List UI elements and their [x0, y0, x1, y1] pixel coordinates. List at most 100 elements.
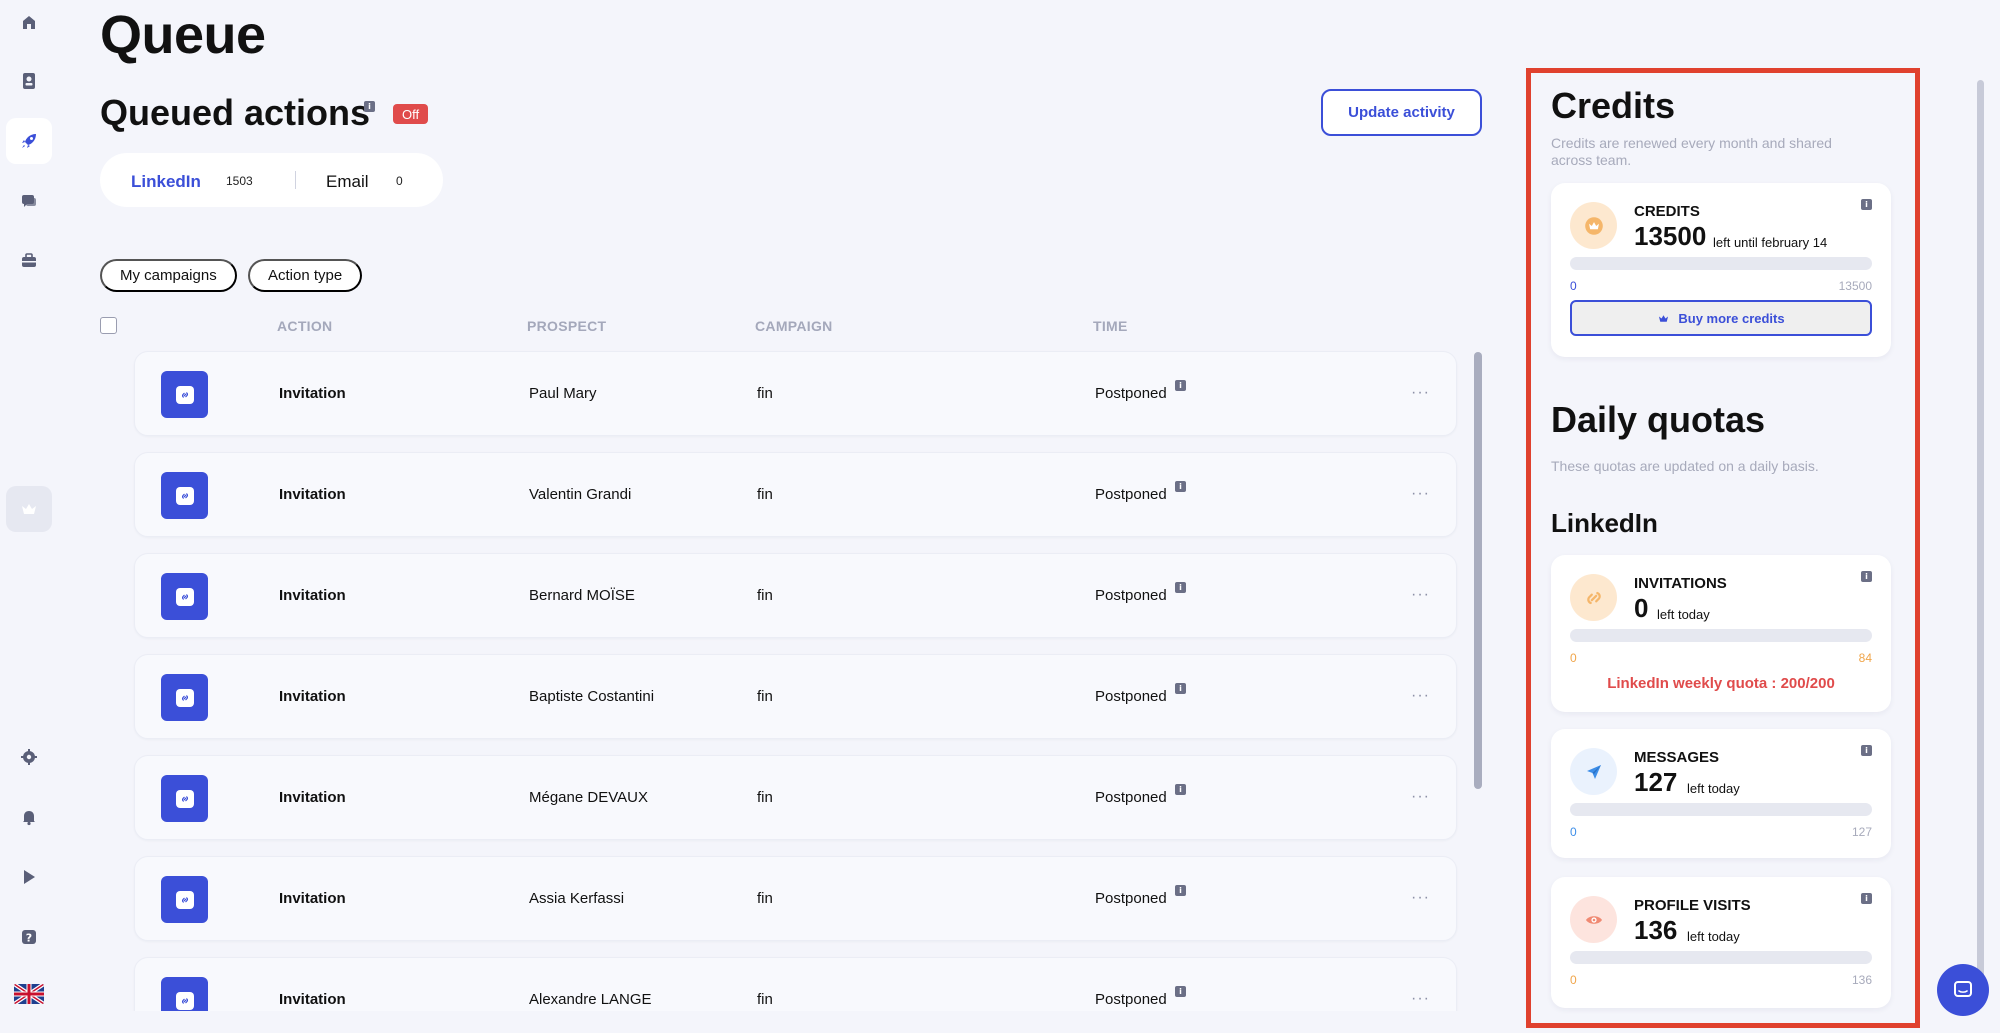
sidebar-item-upgrade[interactable]	[6, 486, 52, 532]
more-options-icon[interactable]: ···	[1411, 990, 1430, 1008]
help-icon: ?	[22, 930, 36, 945]
more-options-icon[interactable]: ···	[1411, 384, 1430, 402]
table-row[interactable]: Invitation Valentin Grandi fin Postponed…	[134, 452, 1457, 537]
language-selector[interactable]	[14, 984, 44, 1004]
invitations-label: INVITATIONS	[1634, 575, 1727, 592]
home-icon	[23, 16, 35, 29]
profile-visits-max: 136	[1851, 973, 1872, 987]
invitations-suffix: left today	[1657, 607, 1710, 622]
link-icon	[161, 775, 208, 822]
messages-progress-bar	[1570, 803, 1872, 816]
row-prospect[interactable]: Bernard MOÏSE	[529, 587, 635, 604]
info-icon[interactable]: i	[1175, 885, 1186, 896]
invitations-max: 84	[1858, 651, 1872, 665]
column-header-campaign: CAMPAIGN	[755, 318, 833, 334]
sidebar-item-contacts[interactable]	[6, 58, 52, 104]
page-scrollbar[interactable]	[1977, 80, 1984, 1000]
row-campaign[interactable]: fin	[757, 688, 773, 705]
row-campaign[interactable]: fin	[757, 991, 773, 1008]
info-icon[interactable]: i	[1175, 481, 1186, 492]
filter-action-type[interactable]: Action type	[248, 259, 363, 292]
row-prospect[interactable]: Mégane DEVAUX	[529, 789, 648, 806]
update-activity-button[interactable]: Update activity	[1321, 89, 1482, 136]
support-chat-button[interactable]	[1937, 964, 1989, 1016]
info-icon[interactable]: i	[1861, 199, 1872, 210]
info-icon[interactable]: i	[1175, 986, 1186, 997]
sidebar-item-tutorials[interactable]	[6, 854, 52, 900]
info-icon[interactable]: i	[1175, 784, 1186, 795]
invitations-value: 0	[1634, 593, 1649, 623]
info-icon[interactable]: i	[1861, 745, 1872, 756]
messages-suffix: left today	[1687, 781, 1740, 796]
table-scrollbar[interactable]	[1474, 352, 1482, 789]
row-campaign[interactable]: fin	[757, 789, 773, 806]
credits-subtitle: Credits are renewed every month and shar…	[1551, 135, 1832, 168]
sidebar-item-help[interactable]: ?	[6, 914, 52, 960]
row-action: Invitation	[279, 587, 346, 604]
link-icon	[161, 977, 208, 1011]
credits-max: 13500	[1838, 279, 1872, 293]
credits-label: CREDITS	[1634, 203, 1700, 220]
row-action: Invitation	[279, 789, 346, 806]
briefcase-icon	[22, 253, 36, 267]
tab-linkedin[interactable]: LinkedIn	[131, 172, 201, 192]
row-prospect[interactable]: Assia Kerfassi	[529, 890, 624, 907]
row-time: Postponed	[1095, 486, 1167, 503]
table-row[interactable]: Invitation Paul Mary fin Postponed i ···	[134, 351, 1457, 436]
table-row[interactable]: Invitation Alexandre LANGE fin Postponed…	[134, 957, 1457, 1011]
sidebar-item-workspace[interactable]	[6, 238, 52, 284]
row-prospect[interactable]: Alexandre LANGE	[529, 991, 652, 1008]
row-prospect[interactable]: Valentin Grandi	[529, 486, 631, 503]
sidebar-item-messages[interactable]	[6, 178, 52, 224]
daily-quotas-subtitle: These quotas are updated on a daily basi…	[1551, 458, 1819, 474]
more-options-icon[interactable]: ···	[1411, 485, 1430, 503]
row-prospect[interactable]: Paul Mary	[529, 385, 597, 402]
more-options-icon[interactable]: ···	[1411, 586, 1430, 604]
messages-min: 0	[1570, 825, 1577, 839]
table-row[interactable]: Invitation Baptiste Costantini fin Postp…	[134, 654, 1457, 739]
sidebar-item-settings[interactable]	[6, 734, 52, 780]
more-options-icon[interactable]: ···	[1411, 788, 1430, 806]
row-time: Postponed	[1095, 688, 1167, 705]
row-campaign[interactable]: fin	[757, 385, 773, 402]
filter-my-campaigns[interactable]: My campaigns	[100, 259, 237, 292]
credits-suffix: left until february 14	[1713, 235, 1828, 250]
row-prospect[interactable]: Baptiste Costantini	[529, 688, 654, 705]
more-options-icon[interactable]: ···	[1411, 687, 1430, 705]
row-campaign[interactable]: fin	[757, 587, 773, 604]
credits-value: 13500	[1634, 221, 1707, 251]
column-header-action: ACTION	[277, 318, 333, 334]
info-icon[interactable]: i	[364, 101, 375, 112]
sidebar-item-home[interactable]	[6, 0, 52, 46]
messages-max: 127	[1851, 825, 1872, 839]
tab-email[interactable]: Email	[326, 172, 369, 192]
info-icon[interactable]: i	[1175, 683, 1186, 694]
sidebar-item-campaigns[interactable]	[6, 118, 52, 164]
table-row[interactable]: Invitation Mégane DEVAUX fin Postponed i…	[134, 755, 1457, 840]
row-action: Invitation	[279, 688, 346, 705]
paper-plane-icon	[1586, 764, 1601, 779]
buy-more-credits-button[interactable]: Buy more credits	[1570, 300, 1872, 336]
info-icon[interactable]: i	[1861, 571, 1872, 582]
row-time: Postponed	[1095, 385, 1167, 402]
row-action: Invitation	[279, 991, 346, 1008]
table-row[interactable]: Invitation Bernard MOÏSE fin Postponed i…	[134, 553, 1457, 638]
profile-visits-card: PROFILE VISITS 136 left today i 0 136	[1551, 877, 1891, 1008]
link-icon	[1586, 591, 1601, 604]
row-campaign[interactable]: fin	[757, 890, 773, 907]
crown-icon	[1659, 314, 1669, 322]
more-options-icon[interactable]: ···	[1411, 889, 1430, 907]
tab-divider	[295, 171, 296, 189]
info-icon[interactable]: i	[1175, 582, 1186, 593]
table-row[interactable]: Invitation Assia Kerfassi fin Postponed …	[134, 856, 1457, 941]
sidebar-item-notifications[interactable]	[6, 794, 52, 840]
channel-tabs: LinkedIn 1503 Email 0	[100, 153, 443, 207]
row-campaign[interactable]: fin	[757, 486, 773, 503]
row-action: Invitation	[279, 385, 346, 402]
select-all-checkbox[interactable]	[100, 317, 117, 334]
row-time: Postponed	[1095, 890, 1167, 907]
info-icon[interactable]: i	[1861, 893, 1872, 904]
info-icon[interactable]: i	[1175, 380, 1186, 391]
row-action: Invitation	[279, 486, 346, 503]
daily-quotas-title: Daily quotas	[1551, 399, 1766, 440]
